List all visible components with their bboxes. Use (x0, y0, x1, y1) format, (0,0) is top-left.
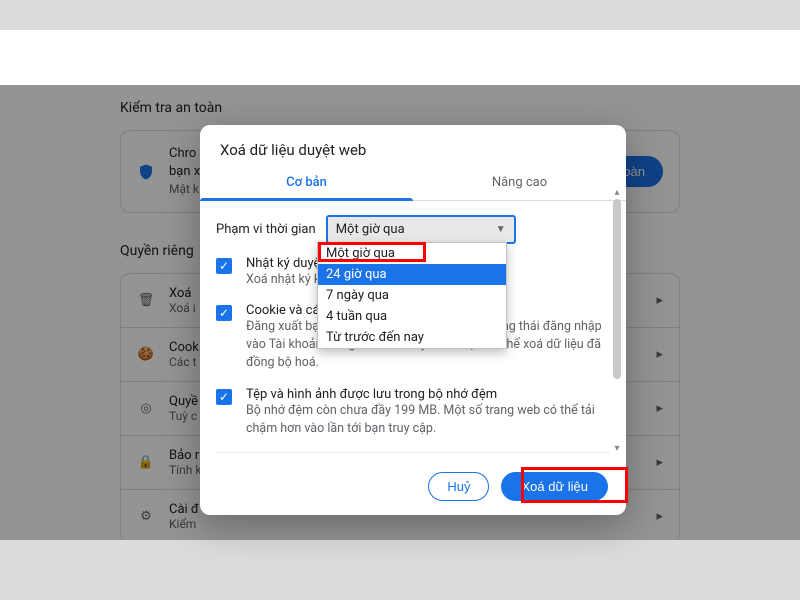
chevron-down-icon: ▼ (496, 224, 506, 235)
dialog-title: Xoá dữ liệu duyệt web (200, 125, 626, 163)
time-range-dropdown: Một giờ qua 24 giờ qua 7 ngày qua 4 tuần… (317, 242, 507, 349)
checkbox-browsing-history[interactable]: ✓ (216, 258, 232, 274)
checkbox-cache[interactable]: ✓ (216, 389, 232, 405)
dialog-body: Phạm vi thời gian Một giờ qua ▼ Một giờ … (200, 201, 626, 462)
checkbox-cookies[interactable]: ✓ (216, 305, 232, 321)
time-option-last-4-weeks[interactable]: 4 tuần qua (318, 306, 506, 327)
dialog-tabs: Cơ bản Nâng cao (200, 163, 626, 201)
time-option-all-time[interactable]: Từ trước đến nay (318, 327, 506, 348)
cancel-button[interactable]: Huỷ (428, 472, 489, 501)
dialog-footer: Huỷ Xoá dữ liệu (200, 462, 626, 515)
checkbox-label: Nhật ký duyệ (246, 256, 320, 271)
checkbox-sub: Bộ nhớ đệm còn chưa đầy 199 MB. Một số t… (246, 402, 610, 438)
scrollbar[interactable]: ▴ ▾ (610, 185, 624, 455)
time-range-label: Phạm vi thời gian (216, 222, 316, 237)
clear-browsing-data-dialog: Xoá dữ liệu duyệt web Cơ bản Nâng cao Ph… (200, 125, 626, 515)
checkbox-label: Tệp và hình ảnh được lưu trong bộ nhớ đệ… (246, 387, 610, 402)
select-value: Một giờ qua (336, 222, 405, 237)
clear-data-button[interactable]: Xoá dữ liệu (501, 472, 608, 501)
time-option-last-hour[interactable]: Một giờ qua (318, 243, 506, 264)
scroll-down-icon[interactable]: ▾ (610, 441, 624, 455)
scroll-up-icon[interactable]: ▴ (610, 185, 624, 199)
google-info-box: Nhật ký tìm kiếm và các hình thức hoạt đ… (216, 452, 610, 462)
time-option-last-24-hours[interactable]: 24 giờ qua (318, 264, 506, 285)
time-option-last-7-days[interactable]: 7 ngày qua (318, 285, 506, 306)
scroll-thumb[interactable] (613, 199, 621, 379)
time-range-select[interactable]: Một giờ qua ▼ (326, 215, 516, 244)
tab-basic[interactable]: Cơ bản (200, 163, 413, 200)
tab-advanced[interactable]: Nâng cao (413, 163, 626, 200)
checkbox-sub: Xoá nhật ký k (246, 271, 320, 289)
